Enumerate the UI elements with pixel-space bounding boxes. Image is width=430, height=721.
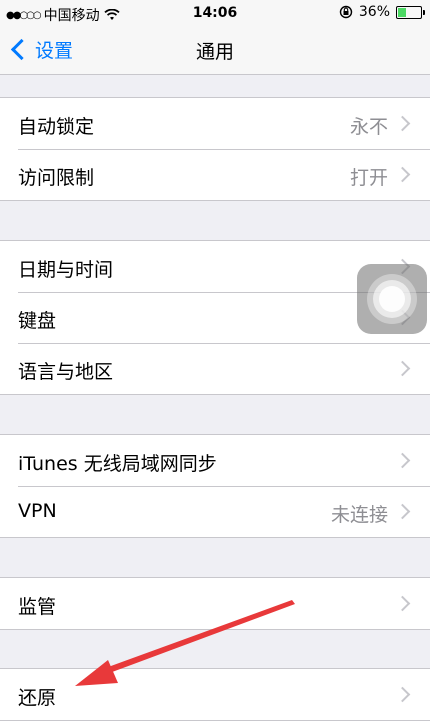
status-right: 36% [339, 4, 425, 20]
chevron-right-icon [394, 595, 411, 612]
settings-group-supervision: 监管 [0, 577, 430, 630]
row-itunes-wifi-sync[interactable]: iTunes 无线局域网同步 [0, 435, 430, 486]
row-label: 键盘 [18, 310, 57, 332]
assistive-touch-button[interactable] [357, 264, 427, 334]
chevron-right-icon [394, 115, 411, 132]
chevron-right-icon [394, 360, 411, 377]
settings-group-lock: 自动锁定 永不 访问限制 打开 [0, 97, 430, 201]
chevron-right-icon [394, 503, 411, 520]
row-auto-lock[interactable]: 自动锁定 永不 [0, 98, 430, 149]
row-label: 监管 [18, 596, 57, 618]
chevron-right-icon [394, 686, 411, 703]
row-supervision[interactable]: 监管 [0, 578, 430, 629]
settings-group-reset: 还原 [0, 668, 430, 721]
row-label: 自动锁定 [18, 116, 95, 138]
row-label: 日期与时间 [18, 259, 114, 281]
row-restrictions[interactable]: 访问限制 打开 [0, 149, 430, 200]
page-title: 通用 [195, 41, 234, 63]
chevron-right-icon [394, 452, 411, 469]
row-vpn[interactable]: VPN 未连接 [0, 486, 430, 537]
row-label: 访问限制 [18, 167, 95, 189]
battery-icon [396, 5, 425, 19]
row-label: VPN [18, 500, 57, 522]
assistive-touch-icon [367, 274, 417, 324]
settings-group-network: iTunes 无线局域网同步 VPN 未连接 [0, 434, 430, 538]
row-label: iTunes 无线局域网同步 [18, 453, 217, 475]
row-reset[interactable]: 还原 [0, 669, 430, 720]
chevron-right-icon [394, 166, 411, 183]
battery-level-fill [398, 7, 406, 17]
navigation-bar: 设置 通用 [0, 26, 430, 75]
row-value: 未连接 [330, 504, 388, 526]
orientation-lock-icon [339, 5, 353, 19]
row-language-region[interactable]: 语言与地区 [0, 343, 430, 394]
status-bar: ●●○○○ 中国移动 14:06 36% [0, 0, 430, 26]
battery-percent: 36% [358, 4, 390, 20]
row-value: 打开 [349, 167, 388, 189]
row-label: 还原 [18, 687, 57, 709]
row-label: 语言与地区 [18, 361, 114, 383]
row-value: 永不 [349, 116, 388, 138]
